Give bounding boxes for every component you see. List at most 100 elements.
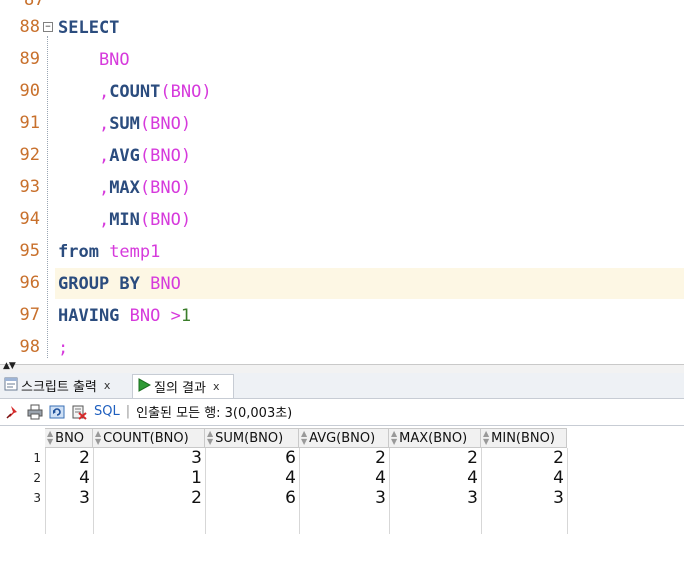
row-number[interactable]: 2 (0, 471, 41, 485)
line-number: 93 (19, 177, 40, 197)
code-token: GROUP BY (58, 274, 151, 294)
refresh-icon[interactable] (48, 403, 66, 421)
code-token: (BNO) (139, 114, 192, 134)
code-token: ; (58, 338, 69, 358)
code-token: AVG (109, 146, 140, 166)
code-token: , (58, 146, 110, 166)
sort-icon[interactable]: ▲ ▼ (301, 430, 307, 446)
table-cell[interactable]: 6 (205, 448, 299, 468)
code-token: , (58, 178, 110, 198)
line-number: 90 (19, 81, 40, 101)
code-line[interactable]: ,MIN(BNO) (58, 204, 191, 236)
table-cell[interactable]: 3 (389, 488, 481, 508)
fold-guide (47, 36, 48, 358)
code-token: , (58, 114, 110, 134)
print-icon[interactable] (26, 403, 44, 421)
code-token: 1 (180, 306, 192, 326)
code-line[interactable]: ; (58, 332, 68, 364)
code-line[interactable]: GROUP BY BNO (58, 268, 181, 300)
table-cell[interactable]: 4 (205, 468, 299, 488)
toolbar-separator: | (125, 404, 131, 419)
code-line[interactable]: HAVING BNO >1 (58, 300, 191, 332)
column-header[interactable]: ▲ ▼ MAX(BNO) (389, 428, 481, 448)
code-token: COUNT (109, 82, 161, 102)
table-cell[interactable]: 3 (299, 488, 389, 508)
tab-script-output[interactable]: 스크립트 출력 x (0, 374, 128, 397)
code-token: SUM (109, 114, 140, 134)
line-number: 98 (19, 337, 40, 357)
table-cell[interactable]: 3 (481, 488, 567, 508)
line-number: 95 (19, 241, 40, 261)
column-header[interactable]: ▲ ▼ BNO (45, 428, 93, 448)
code-token: (BNO) (139, 146, 192, 166)
table-cell[interactable]: 4 (481, 468, 567, 488)
table-cell[interactable]: 4 (389, 468, 481, 488)
row-number[interactable]: 1 (0, 451, 41, 465)
column-header[interactable]: ▲ ▼ MIN(BNO) (481, 428, 567, 448)
sort-icon[interactable]: ▲ ▼ (483, 430, 489, 446)
column-header-label: BNO (55, 430, 85, 446)
code-line[interactable]: ,COUNT(BNO) (58, 76, 212, 108)
table-cell[interactable]: 3 (93, 448, 205, 468)
line-number-gutter: 88 89 90 91 92 93 94 95 96 97 98 (0, 0, 42, 366)
sort-icon[interactable]: ▲ ▼ (207, 430, 213, 446)
code-line[interactable]: BNO (58, 44, 130, 76)
sql-editor[interactable]: 87 − 88 89 90 91 92 93 94 95 96 97 98 SELECT BNO ,… (0, 0, 684, 366)
table-cell[interactable]: 2 (45, 448, 93, 468)
pin-icon[interactable] (4, 403, 22, 421)
table-cell[interactable]: 2 (93, 488, 205, 508)
code-token: MIN (109, 210, 140, 230)
tab-query-result-label: 질의 결과 (154, 381, 206, 396)
table-cell[interactable]: 2 (481, 448, 567, 468)
export-icon[interactable] (70, 403, 88, 421)
line-number: 94 (19, 209, 40, 229)
column-header[interactable]: ▲ ▼ SUM(BNO) (205, 428, 299, 448)
script-output-icon (4, 377, 18, 395)
column-header[interactable]: ▲ ▼ COUNT(BNO) (93, 428, 205, 448)
fetch-status-text: 인출된 모든 행: 3(0,003초) (136, 406, 293, 421)
column-header-label: SUM(BNO) (215, 430, 284, 446)
code-line[interactable]: from temp1 (58, 236, 160, 268)
code-token: BNO > (129, 306, 181, 326)
code-line[interactable]: ,MAX(BNO) (58, 172, 191, 204)
code-token: (BNO) (139, 178, 192, 198)
result-grid[interactable]: ▲ ▼ BNO ▲ ▼ COUNT(BNO) ▲ ▼ SUM(BNO) ▲ ▼ AVG(BNO) ▲ ▼ M… (0, 425, 684, 566)
code-token: HAVING (58, 306, 130, 326)
sql-link[interactable]: SQL (94, 404, 120, 419)
fold-collapse-icon[interactable]: − (43, 22, 53, 32)
run-triangle-icon (137, 377, 152, 396)
code-token: MAX (109, 178, 140, 198)
code-line[interactable]: ,AVG(BNO) (58, 140, 191, 172)
tab-query-result[interactable]: 질의 결과 x (132, 374, 234, 398)
code-token: (BNO) (139, 210, 192, 230)
table-cell[interactable]: 2 (299, 448, 389, 468)
line-number: 91 (19, 113, 40, 133)
column-header-label: AVG(BNO) (309, 430, 376, 446)
sort-icon[interactable]: ▲ ▼ (47, 430, 53, 446)
column-header-label: COUNT(BNO) (103, 430, 189, 446)
table-cell[interactable]: 2 (389, 448, 481, 468)
row-number[interactable]: 3 (0, 491, 41, 505)
code-line[interactable]: SELECT (58, 12, 119, 44)
output-tabbar: 스크립트 출력 x 질의 결과 x (0, 373, 684, 399)
column-header[interactable]: ▲ ▼ AVG(BNO) (299, 428, 389, 448)
table-cell[interactable]: 4 (299, 468, 389, 488)
close-icon[interactable]: x (213, 380, 220, 393)
tab-script-output-label: 스크립트 출력 (21, 380, 97, 395)
line-number: 89 (19, 49, 40, 69)
code-token: (BNO) (160, 82, 212, 102)
code-line[interactable]: ,SUM(BNO) (58, 108, 191, 140)
sort-icon[interactable]: ▲ ▼ (391, 430, 397, 446)
table-cell[interactable]: 3 (45, 488, 93, 508)
code-token: from (58, 242, 110, 262)
table-cell[interactable]: 6 (205, 488, 299, 508)
code-token: BNO (58, 50, 130, 70)
split-arrows-icon[interactable]: ▲▼ (3, 362, 16, 371)
table-cell[interactable]: 4 (45, 468, 93, 488)
close-icon[interactable]: x (104, 379, 111, 392)
code-token: temp1 (109, 242, 161, 262)
column-header-label: MIN(BNO) (491, 430, 555, 446)
table-cell[interactable]: 1 (93, 468, 205, 488)
code-token: , (58, 82, 110, 102)
sort-icon[interactable]: ▲ ▼ (95, 430, 101, 446)
